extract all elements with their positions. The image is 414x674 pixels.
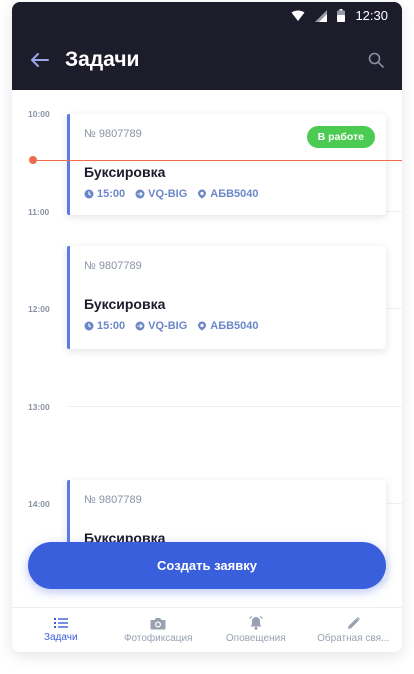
task-time-text: 15:00 xyxy=(97,320,126,332)
tab-label: Фотофиксация xyxy=(123,632,193,644)
tab-label: Оповещения xyxy=(225,633,286,644)
task-vehicle: VQ-BIG xyxy=(135,320,187,332)
search-icon xyxy=(368,52,384,68)
search-button[interactable] xyxy=(362,46,390,74)
current-time-dot xyxy=(29,156,37,164)
task-number: № 9807789 xyxy=(84,260,142,272)
task-name: Буксировка xyxy=(84,164,166,180)
hour-label: 12:00 xyxy=(28,304,50,314)
page-title: Задачи xyxy=(65,47,140,71)
hour-label: 13:00 xyxy=(28,402,50,412)
phone-screen: 12:30 Задачи 10:00 11:00 12:00 13:00 14:… xyxy=(12,2,402,652)
task-vehicle-text: VQ-BIG xyxy=(148,320,188,332)
task-vehicle: VQ-BIG xyxy=(135,188,187,200)
list-icon xyxy=(53,618,68,628)
clock-time: 12:30 xyxy=(355,8,388,23)
schedule-timeline[interactable]: 10:00 11:00 12:00 13:00 14:00 № 9807789 … xyxy=(12,90,402,607)
tab-label: Задачи xyxy=(43,632,78,643)
arrow-circle-icon xyxy=(135,321,145,331)
task-card[interactable]: № 9807789 Буксировка 15:00 VQ-BIG АБВ504… xyxy=(67,246,386,349)
pencil-icon xyxy=(347,616,360,629)
task-name: Буксировка xyxy=(84,296,166,312)
task-plate-text: АБВ5040 xyxy=(210,320,259,332)
hour-label: 14:00 xyxy=(28,499,50,509)
camera-icon xyxy=(150,617,166,629)
battery-icon xyxy=(337,9,346,22)
tab-label: Обратная свя... xyxy=(317,632,390,644)
task-time-text: 15:00 xyxy=(97,188,126,200)
clock-icon xyxy=(84,189,94,199)
task-meta: 15:00 VQ-BIG АБВ5040 xyxy=(84,188,372,200)
task-vehicle-text: VQ-BIG xyxy=(148,188,188,200)
bottom-nav: Задачи Фотофиксация Оповещения Обратная … xyxy=(12,607,402,652)
task-plate: АБВ5040 xyxy=(197,320,259,332)
clock-icon xyxy=(84,321,94,331)
location-pin-icon xyxy=(198,189,207,199)
task-number: № 9807789 xyxy=(84,494,142,506)
arrow-circle-icon xyxy=(135,189,145,199)
task-meta: 15:00 VQ-BIG АБВ5040 xyxy=(84,320,372,332)
hour-divider xyxy=(68,406,402,407)
back-button[interactable] xyxy=(26,46,54,74)
hour-label: 11:00 xyxy=(28,207,50,217)
hour-label: 10:00 xyxy=(28,109,50,119)
task-time: 15:00 xyxy=(84,320,125,332)
current-time-line xyxy=(34,160,402,161)
task-plate: АБВ5040 xyxy=(197,188,259,200)
task-card[interactable]: № 9807789 В работе Буксировка 15:00 VQ-B… xyxy=(67,114,386,215)
wifi-icon xyxy=(291,10,305,22)
status-bar: 12:30 xyxy=(12,2,402,29)
create-request-button[interactable]: Создать заявку xyxy=(28,542,386,589)
tab-tasks[interactable]: Задачи xyxy=(12,608,110,652)
app-bar: Задачи xyxy=(12,29,402,90)
tab-notifications[interactable]: Оповещения xyxy=(207,608,305,652)
tab-feedback[interactable]: Обратная свя... xyxy=(305,608,403,652)
task-time: 15:00 xyxy=(84,188,125,200)
signal-icon xyxy=(315,9,328,22)
arrow-left-icon xyxy=(31,52,49,67)
tab-photo[interactable]: Фотофиксация xyxy=(110,608,208,652)
location-pin-icon xyxy=(198,321,207,331)
bell-icon xyxy=(249,616,263,630)
task-plate-text: АБВ5040 xyxy=(210,188,259,200)
status-badge: В работе xyxy=(306,126,375,148)
